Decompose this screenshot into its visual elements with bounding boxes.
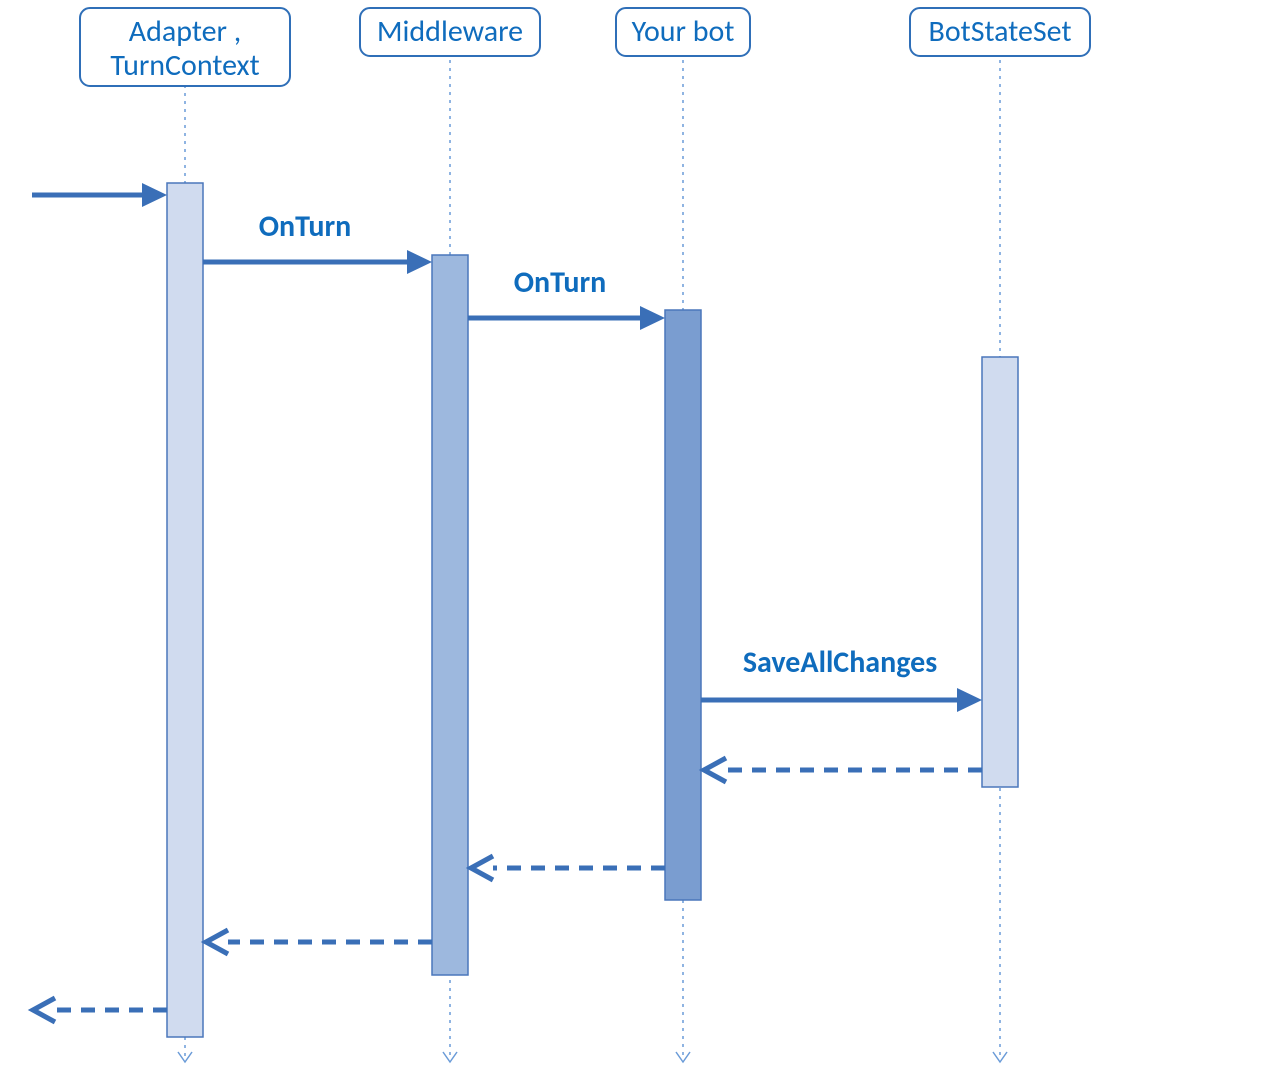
arrowhead-icon: [407, 250, 432, 274]
arrowhead-open-icon: [704, 758, 726, 782]
participant-adapter-label-1: Adapter ,: [129, 13, 242, 50]
label-onturn-1: OnTurn: [259, 208, 352, 245]
participant-botstateset-label: BotStateSet: [929, 13, 1072, 50]
activation-yourbot: [665, 310, 701, 900]
label-saveallchanges: SaveAllChanges: [743, 644, 937, 681]
label-onturn-2: OnTurn: [514, 264, 607, 301]
arrowhead-icon: [640, 306, 665, 330]
arrowhead-open-icon: [206, 930, 228, 954]
participant-middleware-label: Middleware: [377, 13, 523, 50]
arrowhead-icon: [957, 688, 982, 712]
sequence-diagram: Adapter , TurnContext Middleware Your bo…: [0, 0, 1280, 1090]
activation-middleware: [432, 255, 468, 975]
activation-adapter: [167, 183, 203, 1037]
arrowhead-open-icon: [33, 998, 55, 1022]
participant-yourbot-label: Your bot: [632, 13, 735, 50]
participant-adapter-label-2: TurnContext: [110, 47, 259, 84]
arrowhead-open-icon: [471, 856, 493, 880]
activation-botstateset: [982, 357, 1018, 787]
arrowhead-icon: [142, 183, 167, 207]
